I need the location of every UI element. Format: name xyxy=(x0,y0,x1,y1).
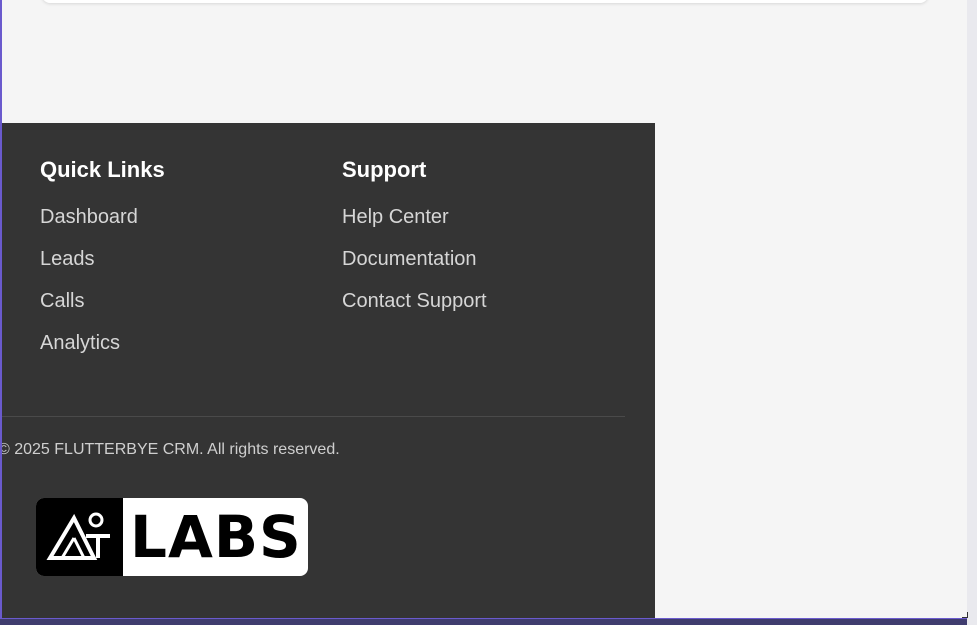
resize-grip-icon[interactable] xyxy=(962,612,968,618)
site-footer: Quick Links Dashboard Leads Calls Analyt… xyxy=(0,123,655,618)
footer-link-documentation[interactable]: Documentation xyxy=(342,247,487,271)
content-card xyxy=(42,0,928,3)
logo-wordmark: LABS xyxy=(130,503,302,571)
footer-link-dashboard[interactable]: Dashboard xyxy=(40,205,165,229)
support-section: Support Help Center Documentation Contac… xyxy=(342,157,487,331)
footer-link-leads[interactable]: Leads xyxy=(40,247,165,271)
window-scrollbar[interactable] xyxy=(967,0,977,625)
support-links-list: Help Center Documentation Contact Suppor… xyxy=(342,205,487,313)
quick-links-list: Dashboard Leads Calls Analytics xyxy=(40,205,165,355)
footer-link-calls[interactable]: Calls xyxy=(40,289,165,313)
quick-links-heading: Quick Links xyxy=(40,157,165,182)
footer-divider xyxy=(2,416,625,417)
triangle-logo-icon xyxy=(36,498,123,576)
footer-link-help-center[interactable]: Help Center xyxy=(342,205,487,229)
labs-logo[interactable]: LABS xyxy=(36,498,308,576)
browser-window: Quick Links Dashboard Leads Calls Analyt… xyxy=(0,0,967,619)
support-heading: Support xyxy=(342,157,427,182)
copyright-text: © 2025 FLUTTERBYE CRM. All rights reserv… xyxy=(0,441,340,458)
footer-link-contact-support[interactable]: Contact Support xyxy=(342,289,487,313)
quick-links-section: Quick Links Dashboard Leads Calls Analyt… xyxy=(40,157,165,373)
footer-link-analytics[interactable]: Analytics xyxy=(40,331,165,355)
